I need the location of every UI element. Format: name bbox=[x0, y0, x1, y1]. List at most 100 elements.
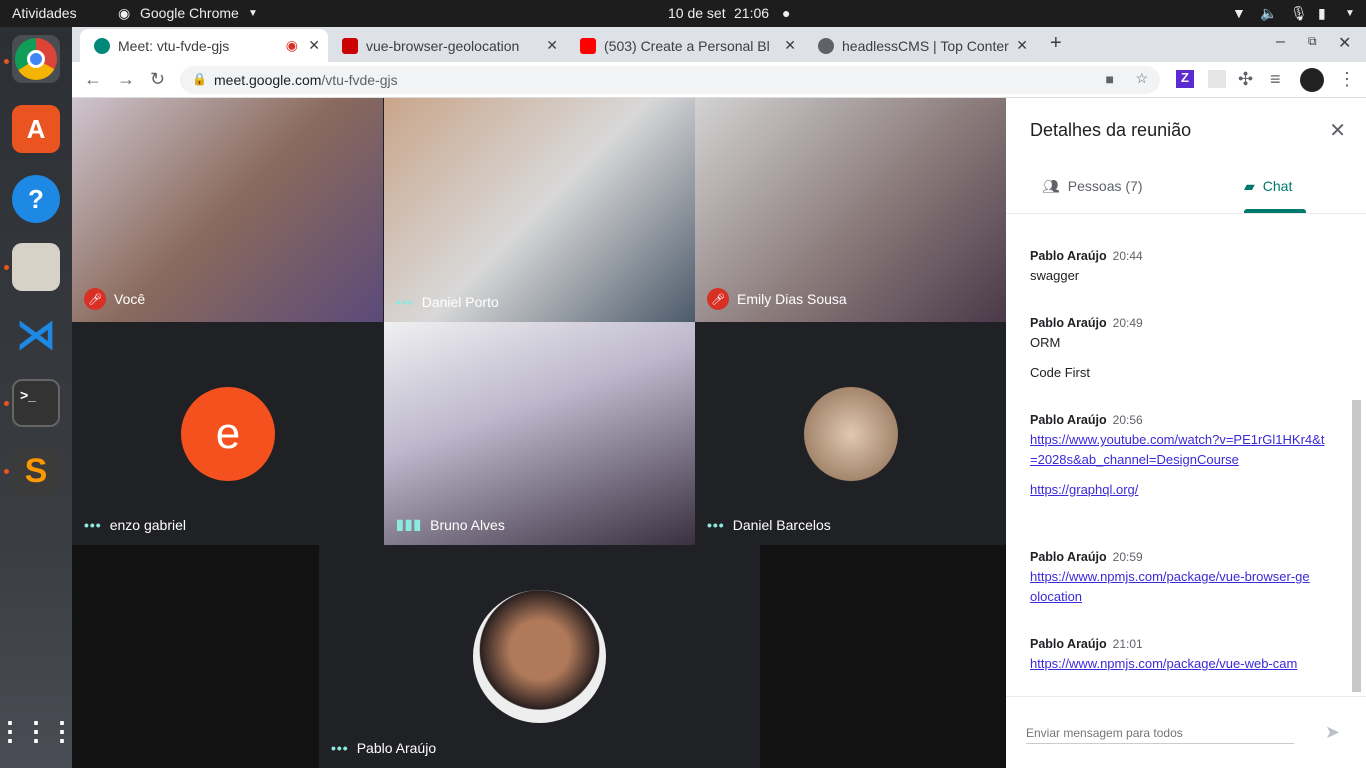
participant-name: Você bbox=[114, 291, 146, 307]
close-tab-icon[interactable]: ✕ bbox=[308, 37, 320, 54]
minimize-button[interactable]: – bbox=[1276, 33, 1285, 51]
browser-toolbar: ← → ↻ 🔒 meet.google.com/vtu-fvde-gjs ■ ☆… bbox=[72, 62, 1366, 98]
url-path: /vtu-fvde-gjs bbox=[321, 72, 398, 88]
chat-link[interactable]: https://graphql.org/ bbox=[1030, 480, 1330, 500]
chat-link[interactable]: https://www.npmjs.com/package/vue-web-ca… bbox=[1030, 654, 1330, 674]
avatar: e bbox=[181, 387, 275, 481]
more-dots-icon: ••• bbox=[331, 740, 349, 756]
participant-name: Daniel Barcelos bbox=[732, 517, 831, 533]
tab-chat[interactable]: ▰ Chat bbox=[1244, 178, 1292, 195]
participant-tile[interactable]: 🎤︎ Emily Dias Sousa bbox=[695, 98, 1006, 322]
chat-message: Pablo Araújo 20:56 https://www.youtube.com… bbox=[1030, 410, 1330, 500]
terminal-icon[interactable]: >_ bbox=[12, 379, 60, 427]
npm-favicon-icon bbox=[342, 37, 358, 54]
clock-date[interactable]: 10 de set bbox=[668, 5, 726, 21]
tab-strip: Meet: vtu-fvde-gjs ◉ ✕ vue-browser-geoloca… bbox=[72, 27, 1366, 62]
video-grid: 🎤︎ Você ••• Daniel Porto 🎤︎ Emily Dias Sous… bbox=[72, 98, 1006, 768]
new-tab-button[interactable]: + bbox=[1050, 32, 1062, 55]
back-button[interactable]: ← bbox=[84, 69, 102, 90]
chat-message: Pablo Araújo 20:49 ORM Code First bbox=[1030, 316, 1143, 380]
mic-muted-icon: 🎤︎ bbox=[707, 288, 729, 310]
more-dots-icon: ••• bbox=[396, 294, 414, 310]
close-window-button[interactable]: ✕ bbox=[1338, 33, 1351, 53]
address-bar[interactable]: 🔒 meet.google.com/vtu-fvde-gjs ■ ☆ bbox=[180, 66, 1160, 94]
maximize-button[interactable]: ⧉ bbox=[1308, 34, 1317, 49]
help-icon[interactable]: ? bbox=[12, 175, 60, 223]
chat-message: Pablo Araújo 21:01 https://www.npmjs.com/p… bbox=[1030, 634, 1330, 674]
more-dots-icon: ••• bbox=[707, 517, 725, 533]
volume-icon[interactable]: 🔈 bbox=[1260, 5, 1277, 22]
files-icon[interactable] bbox=[12, 243, 60, 291]
profile-avatar[interactable] bbox=[1300, 68, 1324, 92]
participant-tile[interactable]: e ••• enzo gabriel bbox=[72, 322, 383, 545]
vscode-icon[interactable]: ⋊ bbox=[12, 311, 60, 359]
participant-tile[interactable]: ••• Daniel Barcelos bbox=[695, 322, 1006, 545]
tab-meet[interactable]: Meet: vtu-fvde-gjs ◉ ✕ bbox=[80, 29, 328, 62]
chat-link[interactable]: https://www.youtube.com/watch?v=PE1rGl1H… bbox=[1030, 430, 1330, 470]
mic-muted-icon: 🎤︎ bbox=[84, 288, 106, 310]
avatar bbox=[804, 387, 898, 481]
dock: A ? ⋊ >_ S ⋮⋮⋮ bbox=[0, 27, 75, 768]
sublime-text-icon[interactable]: S bbox=[12, 447, 60, 495]
chat-icon: ▰ bbox=[1244, 178, 1255, 194]
avatar bbox=[473, 590, 606, 723]
chrome-icon: ◉ bbox=[118, 5, 131, 21]
close-tab-icon[interactable]: ✕ bbox=[784, 37, 796, 54]
participant-tile[interactable]: 🎤︎ Você bbox=[72, 98, 383, 322]
extensions-puzzle-icon[interactable]: ✣ bbox=[1238, 69, 1253, 90]
chat-message-input[interactable] bbox=[1026, 722, 1294, 744]
url-host: meet.google.com bbox=[214, 72, 322, 88]
tab-title: Meet: vtu-fvde-gjs bbox=[118, 37, 230, 54]
tab-title: vue-browser-geolocation bbox=[366, 37, 520, 54]
chrome-menu-icon[interactable]: ⋮ bbox=[1338, 69, 1356, 90]
app-menu[interactable]: Google Chrome bbox=[140, 5, 239, 21]
tab-title: headlessCMS | Top Conter bbox=[842, 37, 1009, 54]
tab-label: Pessoas (7) bbox=[1067, 178, 1143, 194]
tab-title: (503) Create a Personal Bl bbox=[604, 37, 770, 54]
wifi-icon[interactable]: ▼ bbox=[1232, 5, 1246, 21]
tab-youtube[interactable]: (503) Create a Personal Bl ✕ bbox=[566, 29, 804, 62]
people-icon: 👥︎ bbox=[1042, 178, 1060, 194]
tab-people[interactable]: 👥︎ Pessoas (7) bbox=[1042, 178, 1142, 195]
show-apps-icon[interactable]: ⋮⋮⋮ bbox=[0, 707, 75, 755]
recording-icon: ◉ bbox=[285, 37, 298, 53]
camera-icon[interactable]: ■ bbox=[1106, 71, 1114, 87]
participant-tile[interactable]: ••• Daniel Porto bbox=[384, 98, 695, 322]
zotero-extension-icon[interactable]: Z bbox=[1176, 70, 1194, 88]
chrome-launcher-icon[interactable] bbox=[12, 35, 60, 83]
system-menu-icon[interactable]: ▼ bbox=[1345, 8, 1355, 19]
close-panel-button[interactable]: ✕ bbox=[1329, 118, 1346, 143]
participant-name: Bruno Alves bbox=[430, 516, 505, 533]
audio-level-icon: ▮▮▮ bbox=[396, 516, 423, 532]
close-tab-icon[interactable]: ✕ bbox=[546, 37, 558, 54]
chat-message: Pablo Araújo 20:44 swagger bbox=[1030, 249, 1143, 283]
media-control-icon[interactable]: ≡ bbox=[1270, 69, 1281, 90]
cms-favicon-icon bbox=[818, 37, 834, 54]
software-center-icon[interactable]: A bbox=[12, 105, 60, 153]
chevron-down-icon: ▼ bbox=[248, 8, 258, 19]
chat-link[interactable]: https://www.npmjs.com/package/vue-browse… bbox=[1030, 567, 1310, 607]
meet-favicon-icon bbox=[94, 37, 110, 54]
meeting-details-panel: Detalhes da reunião ✕ 👥︎ Pessoas (7) ▰ Cha… bbox=[1006, 98, 1366, 768]
forward-button[interactable]: → bbox=[117, 69, 135, 90]
battery-icon[interactable]: ▮ bbox=[1318, 5, 1326, 22]
tab-headlesscms[interactable]: headlessCMS | Top Conter ✕ bbox=[804, 29, 1036, 62]
lock-icon: 🔒 bbox=[192, 72, 207, 86]
empty-tile bbox=[760, 545, 1006, 768]
tab-geolocation[interactable]: vue-browser-geolocation ✕ bbox=[328, 29, 566, 62]
clock-time[interactable]: 21:06 bbox=[734, 5, 769, 21]
participant-tile[interactable]: ▮▮▮ Bruno Alves bbox=[384, 322, 695, 545]
send-icon[interactable]: ➤ bbox=[1325, 722, 1340, 743]
system-top-bar: Atividades ◉ Google Chrome ▼ 10 de set 2… bbox=[0, 0, 1366, 27]
reload-button[interactable]: ↻ bbox=[150, 69, 165, 90]
extension-icon[interactable] bbox=[1208, 70, 1226, 88]
chat-scrollbar[interactable] bbox=[1352, 400, 1361, 692]
mic-icon[interactable]: 🎙 bbox=[1290, 5, 1308, 22]
bookmark-star-icon[interactable]: ☆ bbox=[1135, 70, 1148, 87]
participant-name: Pablo Araújo bbox=[356, 740, 437, 756]
tab-label: Chat bbox=[1262, 178, 1293, 194]
close-tab-icon[interactable]: ✕ bbox=[1016, 37, 1028, 54]
participant-tile[interactable]: ••• Pablo Araújo bbox=[319, 545, 760, 768]
activities-button[interactable]: Atividades bbox=[12, 5, 77, 21]
youtube-favicon-icon bbox=[580, 37, 596, 54]
